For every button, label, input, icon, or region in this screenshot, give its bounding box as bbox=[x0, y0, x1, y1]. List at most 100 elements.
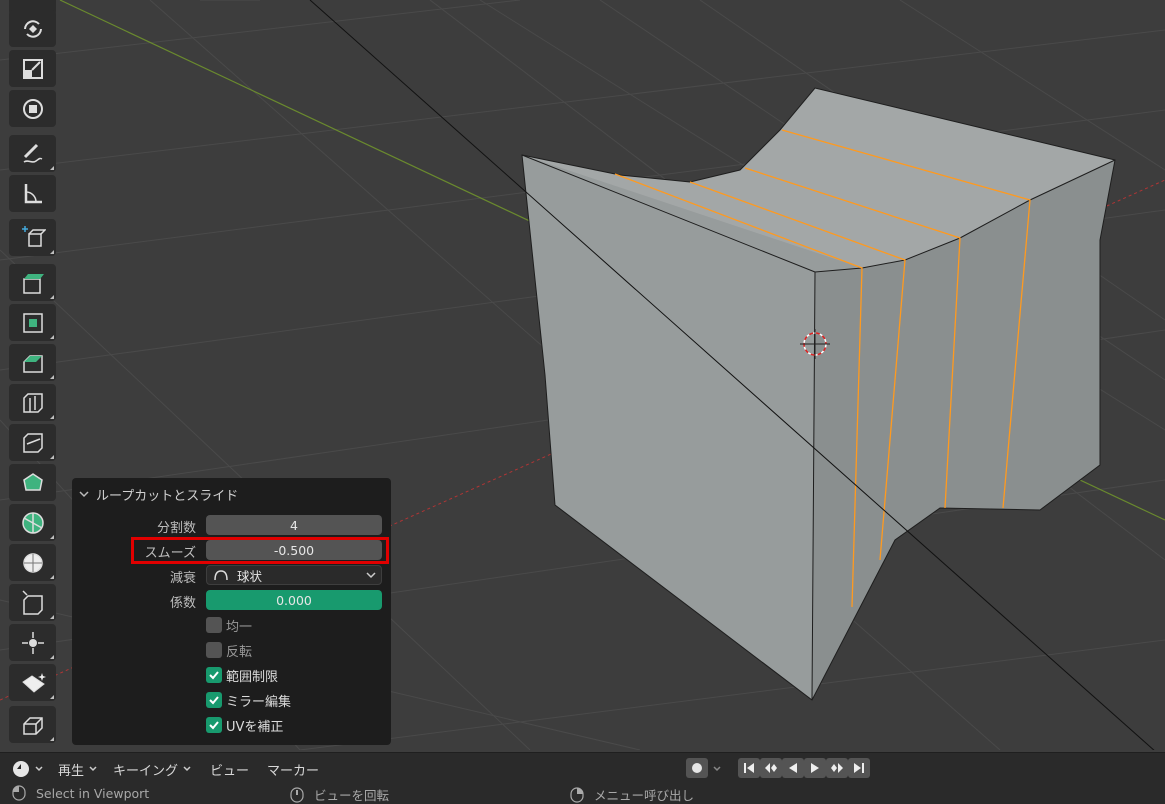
spin-icon bbox=[21, 511, 44, 534]
edge-slide-icon bbox=[21, 589, 43, 615]
jump-end-button[interactable] bbox=[848, 758, 870, 778]
mouse-middle-icon bbox=[290, 786, 304, 803]
loop-cut-tool[interactable] bbox=[9, 384, 56, 421]
timeline-header: 再生 キーイング ビュー マーカー bbox=[0, 752, 1165, 783]
loop-cut-icon bbox=[22, 392, 43, 413]
ruler-icon bbox=[24, 183, 42, 203]
keying-menu[interactable]: キーイング bbox=[113, 759, 192, 779]
next-keyframe-button[interactable] bbox=[826, 758, 848, 778]
even-checkbox[interactable]: 均一 bbox=[206, 616, 253, 635]
prev-keyframe-icon bbox=[765, 763, 777, 773]
panel-header[interactable]: ループカットとスライド bbox=[78, 484, 238, 504]
extrude-icon bbox=[22, 273, 44, 294]
bevel-icon bbox=[22, 354, 43, 373]
scale-tool[interactable] bbox=[9, 50, 56, 87]
correct-uv-checkbox[interactable]: UVを補正 bbox=[206, 716, 284, 735]
smooth-tool[interactable] bbox=[9, 544, 56, 581]
status-rotate-text: ビューを回転 bbox=[314, 788, 390, 803]
poly-build-icon bbox=[22, 472, 43, 491]
play-reverse-icon bbox=[789, 763, 797, 773]
auto-keying-button[interactable] bbox=[686, 758, 708, 778]
checkmark-icon bbox=[206, 667, 222, 683]
view-menu[interactable]: ビュー bbox=[210, 759, 249, 779]
chevron-down-icon bbox=[366, 572, 376, 579]
annotate-tool[interactable] bbox=[9, 135, 56, 172]
poly-build-tool[interactable] bbox=[9, 464, 56, 501]
chevron-down-icon bbox=[713, 766, 721, 772]
falloff-dropdown[interactable]: 球状 bbox=[206, 565, 382, 585]
even-label: 均一 bbox=[226, 619, 253, 635]
knife-tool[interactable] bbox=[9, 424, 56, 461]
chevron-down-icon bbox=[79, 491, 89, 498]
clamp-label: 範囲制限 bbox=[226, 669, 279, 685]
extrude-tool[interactable] bbox=[9, 264, 56, 301]
record-icon bbox=[692, 763, 702, 773]
edge-slide-tool[interactable] bbox=[9, 584, 56, 621]
rotate-tool[interactable] bbox=[9, 10, 56, 47]
playback-menu[interactable]: 再生 bbox=[58, 759, 98, 779]
sphere-falloff-icon bbox=[214, 570, 228, 581]
loop-cut-operator-panel: ループカットとスライド 分割数 4 スムーズ -0.500 減衰 球状 係数 0… bbox=[72, 478, 391, 745]
shear-tool[interactable] bbox=[9, 664, 56, 701]
cuts-field[interactable]: 4 bbox=[206, 515, 382, 535]
factor-label: 係数 bbox=[169, 596, 196, 611]
falloff-value: 球状 bbox=[237, 568, 263, 584]
mouse-left-icon bbox=[12, 785, 26, 801]
pencil-icon bbox=[23, 143, 42, 163]
checkmark-icon bbox=[206, 692, 222, 708]
factor-field[interactable]: 0.000 bbox=[206, 590, 382, 610]
transform-tool[interactable] bbox=[9, 90, 56, 127]
inset-tool[interactable] bbox=[9, 304, 56, 341]
shear-icon bbox=[21, 672, 46, 693]
marker-label: マーカー bbox=[267, 763, 320, 779]
flip-checkbox[interactable]: 反転 bbox=[206, 641, 253, 660]
panel-title: ループカットとスライド bbox=[96, 488, 239, 504]
mirror-label: ミラー編集 bbox=[226, 694, 292, 710]
prev-keyframe-button[interactable] bbox=[760, 758, 782, 778]
jump-end-icon bbox=[854, 763, 864, 773]
spin-tool[interactable] bbox=[9, 504, 56, 541]
keying-label: キーイング bbox=[113, 763, 179, 779]
view-label: ビュー bbox=[210, 763, 250, 779]
status-select: Select in Viewport bbox=[12, 785, 149, 801]
checkbox-box bbox=[206, 642, 222, 658]
flip-label: 反転 bbox=[226, 644, 253, 660]
chevron-down-icon bbox=[35, 766, 43, 772]
rip-tool[interactable] bbox=[9, 706, 56, 743]
knife-icon bbox=[22, 432, 43, 453]
keying-set-dropdown[interactable] bbox=[712, 759, 722, 779]
marker-menu[interactable]: マーカー bbox=[267, 759, 319, 779]
status-menu-text: メニュー呼び出し bbox=[594, 788, 695, 803]
clamp-checkbox[interactable]: 範囲制限 bbox=[206, 666, 279, 685]
editor-type-button[interactable] bbox=[12, 759, 44, 779]
status-select-text: Select in Viewport bbox=[36, 785, 150, 801]
chevron-down-icon bbox=[183, 766, 191, 772]
status-rotate: ビューを回転 bbox=[290, 785, 389, 804]
clock-icon bbox=[13, 761, 29, 777]
add-cube-icon bbox=[21, 225, 46, 247]
correct-uv-label: UVを補正 bbox=[226, 719, 284, 735]
status-bar: Select in Viewport ビューを回転 メニュー呼び出し bbox=[0, 782, 1165, 804]
next-keyframe-icon bbox=[831, 763, 843, 773]
checkmark-icon bbox=[206, 717, 222, 733]
playback-label: 再生 bbox=[58, 763, 85, 779]
shrink-fatten-tool[interactable] bbox=[9, 624, 56, 661]
jump-start-icon bbox=[744, 763, 754, 773]
measure-tool[interactable] bbox=[9, 175, 56, 212]
scale-icon bbox=[22, 58, 43, 79]
add-cube-tool[interactable] bbox=[9, 219, 56, 256]
falloff-label: 減衰 bbox=[169, 571, 196, 586]
cuts-label: 分割数 bbox=[156, 521, 196, 536]
inset-icon bbox=[22, 312, 43, 333]
tool-shelf bbox=[9, 0, 56, 746]
smooth-highlight-box bbox=[131, 537, 389, 564]
play-button[interactable] bbox=[804, 758, 826, 778]
shrink-fatten-icon bbox=[21, 631, 44, 654]
jump-start-button[interactable] bbox=[738, 758, 760, 778]
bevel-tool[interactable] bbox=[9, 344, 56, 381]
mirror-checkbox[interactable]: ミラー編集 bbox=[206, 691, 292, 710]
status-menu: メニュー呼び出し bbox=[570, 785, 694, 804]
chevron-down-icon bbox=[89, 766, 97, 772]
play-reverse-button[interactable] bbox=[782, 758, 804, 778]
mouse-right-icon bbox=[570, 786, 584, 803]
